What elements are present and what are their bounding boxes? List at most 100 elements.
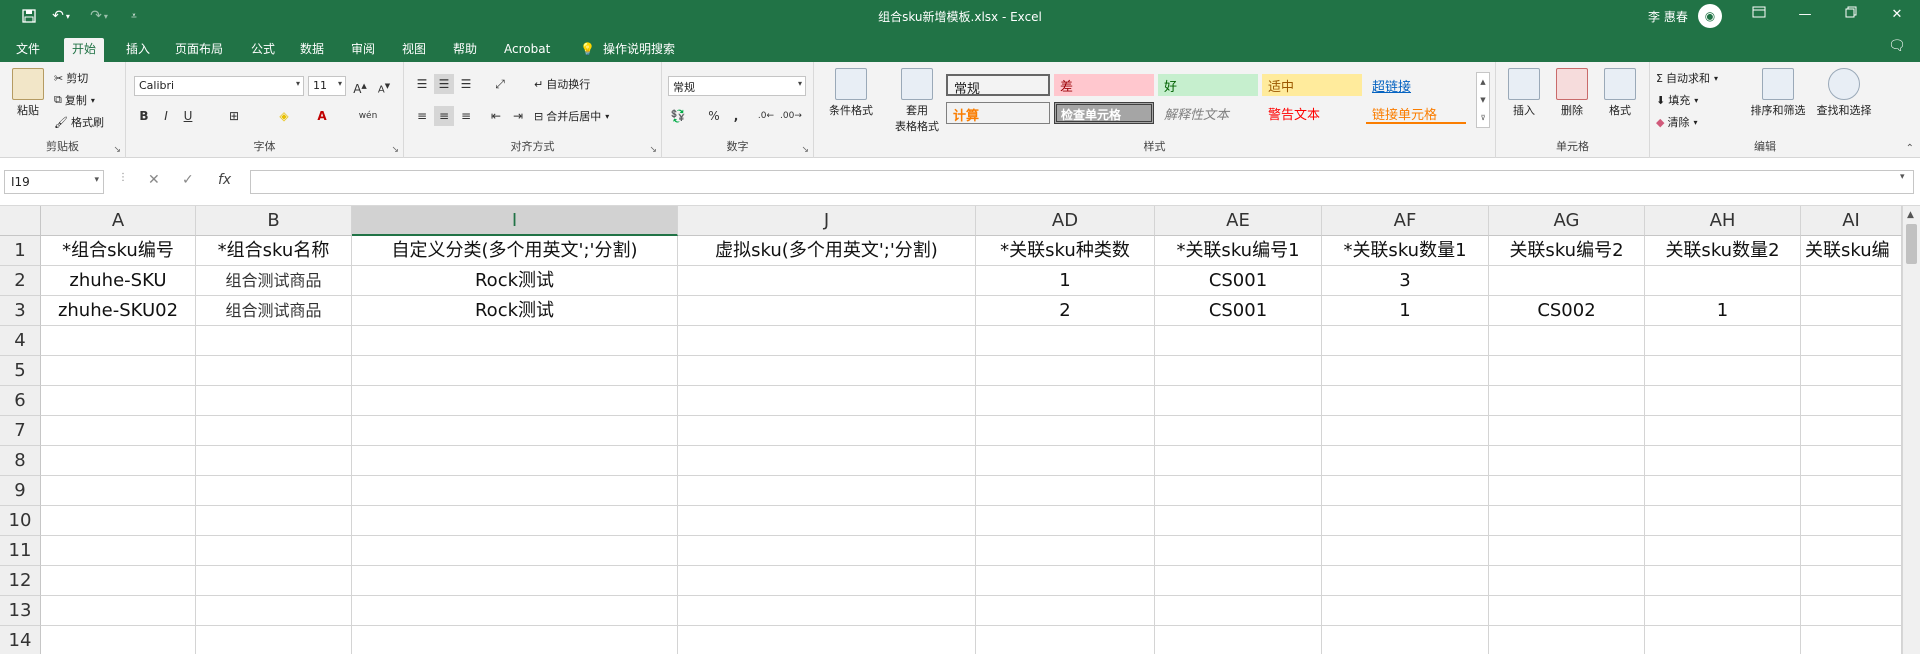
row-header[interactable]: 12 (0, 566, 41, 596)
clear-button[interactable]: ◆ 清除 ▾ (1656, 114, 1697, 130)
bold-button[interactable]: B (134, 106, 154, 126)
cell[interactable] (678, 356, 976, 386)
cell[interactable] (1489, 356, 1645, 386)
decrease-indent-icon[interactable]: ⇤ (486, 106, 506, 126)
style-hyperlink[interactable]: 超链接 (1366, 74, 1466, 96)
cell[interactable] (1322, 416, 1489, 446)
align-bottom-icon[interactable]: ☰ (456, 74, 476, 94)
format-cells-button[interactable]: 格式 (1598, 68, 1642, 118)
cell[interactable] (352, 416, 678, 446)
cell[interactable] (1489, 266, 1645, 296)
cell[interactable] (1801, 296, 1902, 326)
cell[interactable]: 组合测试商品 (196, 296, 352, 326)
cell[interactable] (41, 416, 196, 446)
cell[interactable] (1322, 626, 1489, 654)
style-explanatory[interactable]: 解释性文本 (1158, 102, 1258, 124)
cell[interactable] (1155, 356, 1322, 386)
cell[interactable] (352, 566, 678, 596)
row-header[interactable]: 5 (0, 356, 41, 386)
orientation-icon[interactable]: ⤢ (490, 74, 510, 94)
cell[interactable] (1645, 626, 1801, 654)
ribbon-display-icon[interactable] (1736, 0, 1782, 32)
cell[interactable] (1155, 416, 1322, 446)
cell[interactable]: 自定义分类(多个用英文';'分割) (352, 236, 678, 266)
font-color-icon[interactable]: A (312, 106, 332, 126)
italic-button[interactable]: I (156, 106, 176, 126)
cell[interactable] (976, 536, 1155, 566)
row-header[interactable]: 6 (0, 386, 41, 416)
cell[interactable] (1489, 416, 1645, 446)
cell[interactable] (1489, 386, 1645, 416)
cell[interactable] (1645, 476, 1801, 506)
cell[interactable] (1801, 326, 1902, 356)
font-name-select[interactable]: Calibri ▾ (134, 76, 304, 96)
decrease-decimal-icon[interactable]: .00→ (780, 106, 802, 126)
cell[interactable] (1322, 326, 1489, 356)
cell[interactable] (41, 506, 196, 536)
align-top-icon[interactable]: ☰ (412, 74, 432, 94)
cell[interactable] (41, 326, 196, 356)
cell[interactable] (678, 326, 976, 356)
cell[interactable] (678, 476, 976, 506)
cell[interactable] (352, 536, 678, 566)
style-warning[interactable]: 警告文本 (1262, 102, 1362, 124)
cell[interactable] (976, 626, 1155, 654)
cell[interactable]: CS001 (1155, 296, 1322, 326)
cell[interactable] (1645, 356, 1801, 386)
cell[interactable] (1155, 506, 1322, 536)
cell[interactable] (1645, 266, 1801, 296)
font-size-select[interactable]: 11 ▾ (308, 76, 346, 96)
cell[interactable] (41, 386, 196, 416)
comma-button[interactable]: , (726, 106, 746, 126)
sort-filter-button[interactable]: 排序和筛选 (1746, 68, 1810, 118)
column-header-ad[interactable]: AD (976, 206, 1155, 236)
cell[interactable]: 虚拟sku(多个用英文';'分割) (678, 236, 976, 266)
cell[interactable] (41, 626, 196, 654)
cell[interactable] (196, 446, 352, 476)
cell[interactable] (1645, 386, 1801, 416)
cell[interactable] (1489, 626, 1645, 654)
vertical-scrollbar[interactable]: ▲ (1902, 206, 1920, 654)
style-good[interactable]: 好 (1158, 74, 1258, 96)
insert-cells-button[interactable]: 插入 (1502, 68, 1546, 118)
style-linked-cell[interactable]: 链接单元格 (1366, 102, 1466, 124)
cell[interactable]: *组合sku名称 (196, 236, 352, 266)
wrap-text-button[interactable]: ↵ 自动换行 (534, 76, 590, 92)
format-as-table-button[interactable]: 套用 表格格式 (882, 68, 952, 134)
cut-button[interactable]: ✂ 剪切 (54, 70, 88, 86)
cell[interactable] (352, 626, 678, 654)
column-header-b[interactable]: B (196, 206, 352, 236)
cell[interactable]: 1 (1322, 296, 1489, 326)
cell[interactable] (1489, 566, 1645, 596)
tab-acrobat[interactable]: Acrobat (496, 38, 558, 62)
cell[interactable] (41, 596, 196, 626)
cell[interactable]: CS001 (1155, 266, 1322, 296)
cell[interactable] (41, 566, 196, 596)
cell[interactable] (678, 416, 976, 446)
collapse-ribbon-icon[interactable]: ⌃ (1906, 143, 1914, 154)
cell[interactable] (1155, 386, 1322, 416)
cell[interactable] (1489, 506, 1645, 536)
cell[interactable]: zhuhe-SKU (41, 266, 196, 296)
style-neutral[interactable]: 适中 (1262, 74, 1362, 96)
cell[interactable] (678, 596, 976, 626)
minimize-icon[interactable]: — (1782, 0, 1828, 32)
style-normal[interactable]: 常规 (946, 74, 1050, 97)
cell[interactable]: *组合sku编号 (41, 236, 196, 266)
cell[interactable] (196, 476, 352, 506)
cell[interactable] (1645, 416, 1801, 446)
style-check-cell[interactable]: 检查单元格 (1054, 102, 1154, 124)
cell[interactable] (1801, 626, 1902, 654)
cell[interactable] (976, 446, 1155, 476)
row-header[interactable]: 14 (0, 626, 41, 654)
cell[interactable]: zhuhe-SKU02 (41, 296, 196, 326)
cell[interactable] (1801, 506, 1902, 536)
tab-page-layout[interactable]: 页面布局 (167, 38, 231, 62)
cell[interactable] (1155, 536, 1322, 566)
scrollbar-thumb[interactable] (1906, 224, 1917, 264)
align-middle-icon[interactable]: ☰ (434, 74, 454, 94)
cell[interactable] (352, 446, 678, 476)
close-icon[interactable]: ✕ (1874, 0, 1920, 32)
cell[interactable] (1645, 536, 1801, 566)
cell[interactable] (1801, 416, 1902, 446)
